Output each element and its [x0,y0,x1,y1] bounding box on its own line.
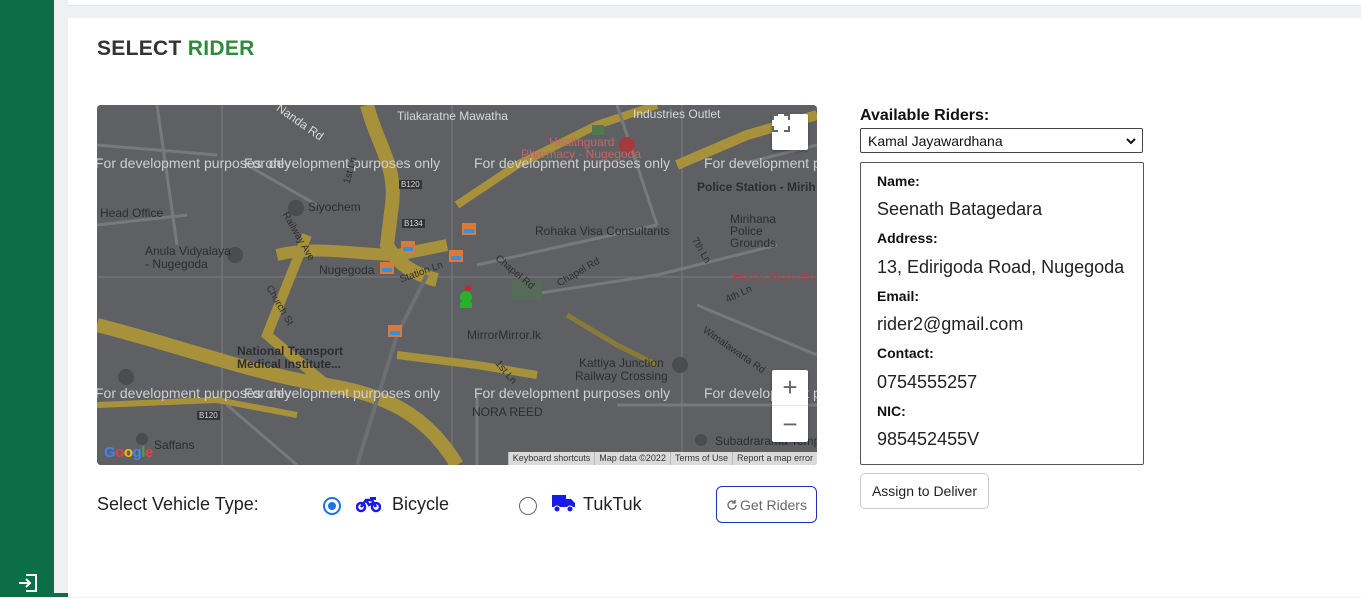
name-label: Name: [877,173,920,189]
map-label: National Transport [237,344,344,358]
fullscreen-button[interactable] [772,114,808,150]
map-label: Rohaka Visa Consultants [535,224,670,238]
bicycle-radio[interactable] [323,497,341,515]
available-riders-label: Available Riders: [860,107,990,124]
map-label: Pharmacy - Nugegoda [521,147,642,161]
road-shield: B120 [197,411,220,420]
map-label: Kattiya Junction [579,356,664,370]
refresh-icon [727,499,737,510]
map-label: NORA REED [472,405,543,419]
map-label: - Nugegoda [145,257,208,271]
zoom-control: + − [772,370,808,442]
map-label: Railway Crossing [575,369,668,383]
report-error-link[interactable]: Report a map error [731,452,817,465]
dev-watermark: For development purposes only [704,155,817,171]
dev-watermark: For development purposes only [244,155,441,171]
dev-watermark: For development purposes only [474,385,671,401]
road-shield: B120 [399,180,422,189]
assign-to-deliver-button[interactable]: Assign to Deliver [860,473,989,509]
map-label: Police Station - Mirih [697,180,816,194]
google-logo: Google [104,444,153,461]
title-prefix: SELECT [97,37,182,60]
top-card-strip [68,0,1361,6]
sidebar [0,0,54,597]
map-label: Siyochem [308,200,361,214]
map-label: MirrorMirror.lk [467,328,541,342]
name-value: Seenath Batagedara [877,199,1043,219]
dev-watermark: For development purposes only [244,385,441,401]
title-accent: RIDER [187,37,255,60]
tuktuk-radio[interactable] [519,497,537,515]
page-title: SELECT RIDER [97,37,255,61]
motorcycle-icon [356,497,381,513]
map-label: Head Office [100,206,164,220]
chevron-down-icon [1126,138,1136,145]
terms-link[interactable]: Terms of Use [669,452,732,465]
rider-details-panel: Name: Seenath Batagedara Address: 13, Ed… [860,162,1144,465]
contact-label: Contact: [877,345,934,361]
keyboard-shortcuts-link[interactable]: Keyboard shortcuts [507,452,595,465]
rider-select-value: Kamal Jayawardhana [868,132,1003,149]
map-label: Industries Outlet [633,107,721,121]
map-label: Saffans [154,438,195,452]
contact-value: 0754555257 [877,372,978,392]
map-label: Home From Ho [733,270,816,284]
rider-select[interactable]: Kamal Jayawardhana [860,128,1143,153]
address-value: 13, Edirigoda Road, Nugegoda [877,257,1125,277]
bicycle-label: Bicycle [392,494,450,514]
tuktuk-label: TukTuk [583,494,642,514]
zoom-in-button[interactable]: + [772,370,808,406]
logout-icon[interactable] [18,573,40,593]
get-riders-button[interactable]: Get Riders [716,486,817,523]
address-label: Address: [877,230,938,246]
vehicle-type-label: Select Vehicle Type: [97,494,259,514]
map-label: Nugegoda [319,263,375,277]
map-label: Medical Institute... [237,357,342,371]
fullscreen-icon [772,114,790,132]
nic-label: NIC: [877,403,906,419]
road-shield: B134 [402,219,425,228]
truck-icon [552,495,575,513]
get-riders-label: Get Riders [740,496,807,513]
map-attribution: Keyboard shortcuts Map data ©2022 Terms … [507,452,817,465]
nic-value: 985452455V [877,429,980,449]
map-data-text: Map data ©2022 [594,452,670,465]
map-label: Tilakaratne Mawatha [397,109,508,123]
email-label: Email: [877,288,920,304]
map-label: Grounds [730,236,777,250]
map-view[interactable]: For development purposes only For develo… [97,105,817,465]
zoom-out-button[interactable]: − [772,406,808,442]
email-value: rider2@gmail.com [877,314,1024,334]
map-label: Anula Vidyalaya [145,244,231,258]
